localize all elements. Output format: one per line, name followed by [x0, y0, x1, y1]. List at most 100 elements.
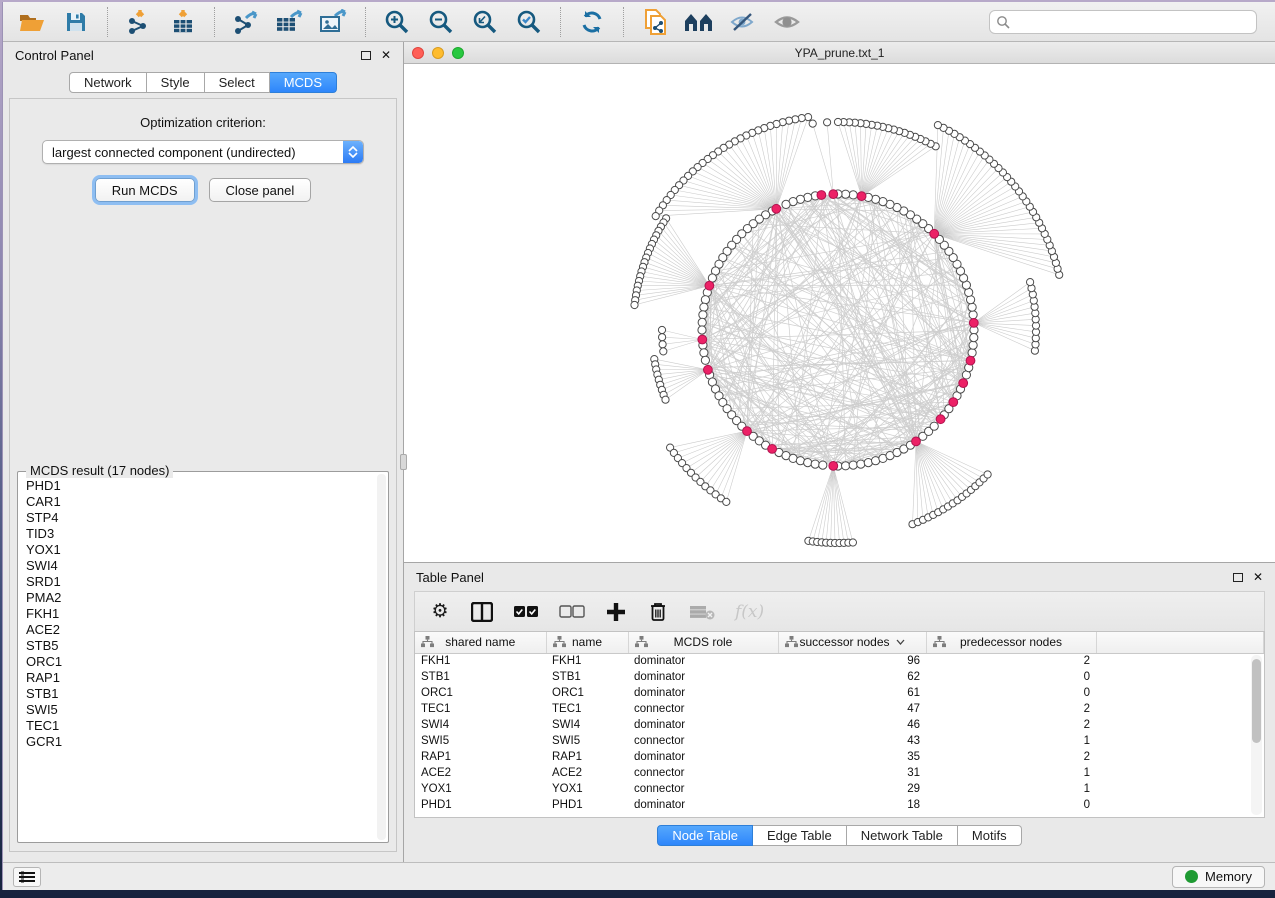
select-all-icon[interactable] [513, 600, 539, 624]
network-node[interactable] [849, 539, 856, 546]
dominator-node[interactable] [743, 427, 752, 436]
cell[interactable]: dominator [628, 685, 778, 701]
cell[interactable]: 61 [778, 685, 926, 701]
cell[interactable]: 2 [926, 749, 1096, 765]
table-row[interactable]: YOX1YOX1connector291 [415, 781, 1264, 797]
table-row[interactable]: FKH1FKH1dominator962 [415, 653, 1264, 669]
network-node[interactable] [842, 190, 850, 198]
cell[interactable]: dominator [628, 717, 778, 733]
mcds-result-item[interactable]: SWI4 [22, 558, 376, 574]
mcds-result-item[interactable]: SRD1 [22, 574, 376, 590]
network-node[interactable] [804, 459, 812, 467]
delete-icon[interactable] [647, 600, 669, 624]
network-node[interactable] [849, 191, 857, 199]
network-node[interactable] [652, 213, 659, 220]
network-node[interactable] [698, 326, 706, 334]
table-scrollbar[interactable] [1251, 655, 1262, 815]
cell[interactable]: YOX1 [546, 781, 628, 797]
column-header-predecessor-nodes[interactable]: predecessor nodes [926, 632, 1096, 653]
duplicate-network-button[interactable] [636, 6, 674, 38]
table-scrollbar-thumb[interactable] [1252, 659, 1261, 743]
refresh-button[interactable] [573, 6, 611, 38]
import-table-button[interactable] [164, 6, 202, 38]
search-input[interactable] [1015, 15, 1250, 29]
first-neighbors-button[interactable] [680, 6, 718, 38]
dominator-node[interactable] [959, 379, 968, 388]
network-canvas[interactable] [404, 64, 1275, 562]
panel-splitter[interactable] [400, 454, 407, 470]
cell[interactable]: RAP1 [546, 749, 628, 765]
node-table[interactable]: shared namenameMCDS rolesuccessor nodesp… [414, 631, 1265, 818]
tab-network-table[interactable]: Network Table [847, 825, 958, 846]
cell[interactable]: TEC1 [546, 701, 628, 717]
mcds-result-item[interactable]: PHD1 [22, 478, 376, 494]
cell[interactable]: ACE2 [415, 765, 546, 781]
network-node[interactable] [969, 311, 977, 319]
column-header-MCDS-role[interactable]: MCDS role [628, 632, 778, 653]
cell[interactable]: 31 [778, 765, 926, 781]
cell[interactable]: connector [628, 701, 778, 717]
network-node[interactable] [701, 296, 709, 304]
search-field[interactable] [989, 10, 1257, 34]
cell[interactable]: connector [628, 765, 778, 781]
cell[interactable]: STB1 [415, 669, 546, 685]
cell[interactable]: ACE2 [546, 765, 628, 781]
cell[interactable]: 47 [778, 701, 926, 717]
cell[interactable]: 62 [778, 669, 926, 685]
window-minimize-icon[interactable] [432, 47, 444, 59]
tab-mcds[interactable]: MCDS [270, 72, 337, 93]
mcds-result-item[interactable]: TID3 [22, 526, 376, 542]
cell[interactable]: YOX1 [415, 781, 546, 797]
network-node[interactable] [968, 349, 976, 357]
show-panels-button[interactable] [13, 867, 41, 887]
window-close-icon[interactable] [412, 47, 424, 59]
network-node[interactable] [698, 318, 706, 326]
dominator-node[interactable] [966, 356, 975, 365]
network-node[interactable] [1027, 279, 1034, 286]
criterion-dropdown[interactable]: largest connected component (undirected) [42, 140, 364, 164]
delete-table-icon[interactable] [689, 600, 715, 624]
mcds-result-item[interactable]: RAP1 [22, 670, 376, 686]
cell[interactable]: FKH1 [546, 653, 628, 669]
mcds-result-item[interactable]: GCR1 [22, 734, 376, 750]
dominator-node[interactable] [930, 229, 939, 238]
mcds-result-item[interactable]: STP4 [22, 510, 376, 526]
mcds-list-scrollbar[interactable] [377, 474, 386, 840]
table-row[interactable]: ORC1ORC1dominator610 [415, 685, 1264, 701]
network-node[interactable] [631, 301, 638, 308]
network-node[interactable] [700, 303, 708, 311]
column-header-shared-name[interactable]: shared name [415, 632, 546, 653]
float-table-panel-icon[interactable] [1233, 573, 1243, 582]
zoom-in-button[interactable] [378, 6, 416, 38]
split-columns-icon[interactable] [471, 600, 493, 624]
cell[interactable]: SWI5 [546, 733, 628, 749]
network-graph[interactable] [404, 64, 1273, 562]
cell[interactable]: 0 [926, 669, 1096, 685]
dominator-node[interactable] [857, 192, 866, 201]
network-node[interactable] [834, 118, 841, 125]
cell[interactable]: connector [628, 733, 778, 749]
cell[interactable]: 96 [778, 653, 926, 669]
network-node[interactable] [819, 461, 827, 469]
dominator-node[interactable] [949, 398, 958, 407]
network-node[interactable] [659, 341, 666, 348]
close-panel-button[interactable]: Close panel [209, 178, 312, 202]
dominator-node[interactable] [817, 191, 826, 200]
mcds-result-list[interactable]: PHD1CAR1STP4TID3YOX1SWI4SRD1PMA2FKH1ACE2… [22, 478, 376, 840]
network-node[interactable] [842, 462, 850, 470]
cell[interactable]: dominator [628, 653, 778, 669]
cell[interactable]: dominator [628, 669, 778, 685]
cell[interactable]: PHD1 [546, 797, 628, 813]
network-node[interactable] [970, 334, 978, 342]
mcds-result-item[interactable]: FKH1 [22, 606, 376, 622]
export-image-button[interactable] [315, 6, 353, 38]
tab-style[interactable]: Style [147, 72, 205, 93]
network-window-titlebar[interactable]: YPA_prune.txt_1 [404, 42, 1275, 64]
cell[interactable]: TEC1 [415, 701, 546, 717]
show-all-button[interactable] [768, 6, 806, 38]
cell[interactable]: 29 [778, 781, 926, 797]
network-node[interactable] [984, 471, 991, 478]
function-builder-icon[interactable]: f(x) [735, 600, 764, 624]
network-node[interactable] [659, 334, 666, 341]
mcds-result-item[interactable]: SWI5 [22, 702, 376, 718]
